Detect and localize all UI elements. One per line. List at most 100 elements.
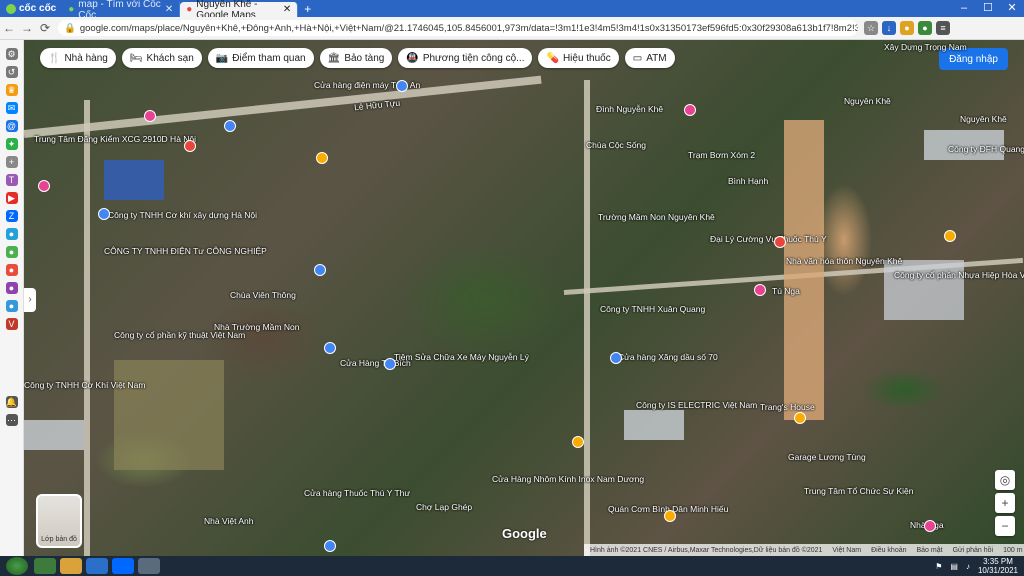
youtube-icon[interactable]: ▶ — [5, 192, 18, 204]
tab-search[interactable]: ● map - Tìm với Cốc Cốc ✕ — [62, 0, 181, 21]
place-pin[interactable] — [144, 110, 156, 122]
start-button[interactable] — [6, 557, 28, 575]
map-label: Công ty TNHH Cơ Khí Việt Nam — [24, 380, 146, 390]
scale-bar[interactable]: 100 m — [1003, 547, 1022, 554]
zoom-out-button[interactable]: − — [995, 516, 1015, 536]
place-pin[interactable] — [314, 264, 326, 276]
map-label: Công ty TNHH Cơ khí xây dựng Hà Nội — [108, 210, 258, 220]
place-pin[interactable] — [684, 104, 696, 116]
close-window-icon[interactable]: ✕ — [1000, 0, 1024, 17]
road — [24, 75, 542, 138]
clock[interactable]: 3:35 PM 10/31/2021 — [978, 557, 1018, 575]
volume-icon[interactable]: ♪ — [966, 562, 970, 571]
place-pin[interactable] — [794, 412, 806, 424]
chip-museums[interactable]: 🏛 Bảo tàng — [319, 48, 393, 68]
place-pin[interactable] — [664, 510, 676, 522]
download-icon[interactable]: ↓ — [882, 21, 896, 35]
place-pin[interactable] — [324, 540, 336, 552]
game-icon[interactable]: ✦ — [5, 138, 18, 150]
place-pin[interactable] — [774, 236, 786, 248]
app-icon[interactable]: ● — [5, 246, 18, 258]
footer-link[interactable]: Bảo mật — [917, 547, 943, 554]
chip-transit[interactable]: 🚇 Phương tiện công cộ... — [398, 48, 533, 68]
chip-attractions[interactable]: 📷 Điểm tham quan — [207, 48, 314, 68]
footer-link[interactable]: Việt Nam — [832, 547, 861, 554]
place-pin[interactable] — [324, 342, 336, 354]
my-location-icon[interactable]: ◎ — [995, 470, 1015, 490]
minimize-icon[interactable]: – — [952, 0, 976, 17]
chip-atm[interactable]: ▭ ATM — [624, 48, 675, 68]
extension-icon[interactable]: ● — [900, 21, 914, 35]
star-icon[interactable]: ☆ — [864, 21, 878, 35]
place-pin[interactable] — [610, 352, 622, 364]
place-pin[interactable] — [184, 140, 196, 152]
map-label: Tiệm Sửa Chữa Xe Máy Nguyễn Lý — [394, 352, 529, 362]
mail-icon[interactable]: @ — [5, 120, 18, 132]
place-pin[interactable] — [754, 284, 766, 296]
footer-link[interactable]: Điều khoản — [871, 547, 906, 554]
place-pin[interactable] — [384, 358, 396, 370]
expand-panel-button[interactable]: › — [24, 288, 36, 312]
zalo-taskbar-icon[interactable] — [112, 558, 134, 574]
app-icon[interactable]: ● — [5, 228, 18, 240]
layer-label: Lớp bản đồ — [41, 536, 77, 543]
zoom-controls: ◎ + − — [994, 470, 1016, 536]
attribution: Hình ảnh ©2021 CNES / Airbus,Maxar Techn… — [590, 546, 823, 554]
place-pin[interactable] — [944, 230, 956, 242]
browser-brand[interactable]: cốc cốc — [0, 0, 62, 17]
place-pin[interactable] — [98, 208, 110, 220]
app-icon[interactable]: T — [5, 174, 18, 186]
place-pin[interactable] — [224, 120, 236, 132]
chip-restaurants[interactable]: 🍴 Nhà hàng — [40, 48, 116, 68]
reload-icon[interactable]: ⟳ — [36, 21, 54, 35]
coccoc-taskbar-icon[interactable] — [34, 558, 56, 574]
tab-maps[interactable]: ● Nguyên Khê - Google Maps ✕ — [180, 0, 299, 21]
menu-icon[interactable]: ≡ — [936, 21, 950, 35]
app-icon[interactable]: ● — [5, 300, 18, 312]
close-icon[interactable]: ✕ — [283, 4, 291, 15]
layers-button[interactable]: Lớp bản đồ — [36, 494, 82, 548]
bell-icon[interactable]: 🔔 — [5, 396, 18, 408]
place-pin[interactable] — [396, 80, 408, 92]
place-pin[interactable] — [38, 180, 50, 192]
place-pin[interactable] — [316, 152, 328, 164]
url-field[interactable]: 🔒 google.com/maps/place/Nguyên+Khê,+Đông+… — [58, 20, 858, 36]
zoom-in-button[interactable]: + — [995, 493, 1015, 513]
folder-taskbar-icon[interactable] — [60, 558, 82, 574]
history-icon[interactable]: ↺ — [5, 66, 18, 78]
transit-icon: 🚇 — [406, 52, 419, 64]
crown-icon[interactable]: ♛ — [5, 84, 18, 96]
footer-link[interactable]: Gửi phản hồi — [953, 547, 994, 554]
messenger-icon[interactable]: ✉ — [5, 102, 18, 114]
app-icon[interactable]: ● — [5, 264, 18, 276]
place-pin[interactable] — [924, 520, 936, 532]
add-icon[interactable]: + — [5, 156, 18, 168]
chip-label: ATM — [646, 52, 667, 64]
map-label: Chùa Viên Thông — [230, 290, 296, 300]
place-pin[interactable] — [572, 436, 584, 448]
chip-pharmacies[interactable]: 💊 Hiệu thuốc — [538, 48, 619, 68]
pharmacy-icon: 💊 — [546, 52, 559, 64]
forward-icon[interactable]: → — [18, 21, 36, 35]
back-icon[interactable]: ← — [0, 21, 18, 35]
map-canvas[interactable]: 🍴 Nhà hàng 🛏 Khách sạn 📷 Điểm tham quan 🏛 Bả… — [24, 40, 1024, 556]
ie-taskbar-icon[interactable] — [86, 558, 108, 574]
app-icon[interactable]: ● — [5, 282, 18, 294]
more-icon[interactable]: ⋯ — [5, 414, 18, 426]
map-label: Chợ Lạp Ghép — [416, 502, 473, 512]
hotel-icon: 🛏 — [129, 52, 143, 64]
map-label: Nhà Việt Anh — [204, 516, 254, 526]
zalo-icon[interactable]: Z — [5, 210, 18, 222]
app-icon[interactable]: V — [5, 318, 18, 330]
extension-icon[interactable]: ● — [918, 21, 932, 35]
category-chips: 🍴 Nhà hàng 🛏 Khách sạn 📷 Điểm tham quan 🏛 Bả… — [40, 48, 675, 68]
settings-icon[interactable]: ⚙ — [5, 48, 18, 60]
close-icon[interactable]: ✕ — [165, 4, 173, 15]
map-label: Đình Nguyễn Khê — [596, 104, 664, 114]
new-tab-button[interactable]: + — [298, 2, 317, 17]
app-taskbar-icon[interactable] — [138, 558, 160, 574]
chip-hotels[interactable]: 🛏 Khách sạn — [121, 48, 202, 68]
flag-icon[interactable]: ⚑ — [935, 562, 942, 571]
network-icon[interactable]: ▤ — [950, 562, 958, 571]
maximize-icon[interactable]: ☐ — [976, 0, 1000, 17]
